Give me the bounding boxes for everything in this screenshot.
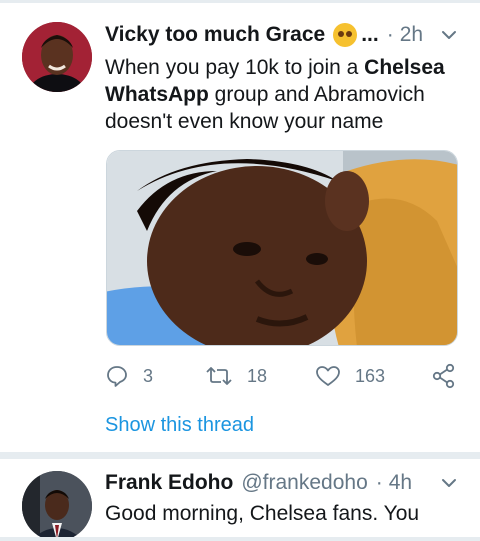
- show-thread-link[interactable]: Show this thread: [105, 414, 254, 437]
- retweet-icon: [206, 367, 232, 385]
- avatar[interactable]: [22, 22, 92, 92]
- chevron-down-icon[interactable]: [440, 26, 458, 44]
- retweet-count: 18: [247, 365, 268, 386]
- name-truncation: ...: [361, 23, 379, 46]
- reply-icon: [107, 366, 127, 387]
- display-name[interactable]: Frank Edoho: [105, 471, 233, 495]
- tweet[interactable]: Vicky too much Grace ... · 2h When you p…: [0, 3, 480, 451]
- tweet-text: Good morning, Chelsea fans. You: [105, 502, 420, 525]
- share-button[interactable]: [431, 361, 471, 391]
- timestamp[interactable]: 4h: [389, 471, 412, 495]
- tweet-text-part: When you pay 10k to join a: [105, 56, 365, 79]
- reply-button[interactable]: 3: [105, 361, 153, 391]
- tweet-header: Vicky too much Grace ... · 2h: [105, 20, 466, 50]
- tweet-header: Frank Edoho @frankedoho · 4h: [105, 468, 466, 498]
- retweet-button[interactable]: 18: [205, 361, 267, 391]
- bottom-divider: [0, 537, 480, 541]
- tweet-divider: [0, 452, 480, 459]
- tweet[interactable]: Frank Edoho @frankedoho · 4h Good mornin…: [0, 459, 480, 541]
- like-icon: [316, 366, 340, 386]
- separator-dot: ·: [386, 23, 394, 46]
- display-name[interactable]: Vicky too much Grace: [105, 23, 325, 47]
- share-icon: [432, 363, 455, 389]
- reply-count: 3: [143, 365, 154, 386]
- heart-eyes-emoji-icon: [333, 23, 358, 47]
- separator-dot: ·: [375, 471, 383, 494]
- avatar[interactable]: [22, 471, 92, 541]
- like-count: 163: [355, 365, 386, 386]
- tweet-media-image[interactable]: [106, 150, 458, 346]
- like-button[interactable]: 163: [315, 361, 385, 391]
- timestamp[interactable]: 2h: [400, 23, 423, 47]
- user-handle[interactable]: @frankedoho: [241, 471, 367, 495]
- tweet-text: When you pay 10k to join a Chelsea Whats…: [105, 54, 465, 135]
- chevron-down-icon[interactable]: [440, 474, 458, 492]
- tweet-actions: 3 18 163: [105, 361, 460, 391]
